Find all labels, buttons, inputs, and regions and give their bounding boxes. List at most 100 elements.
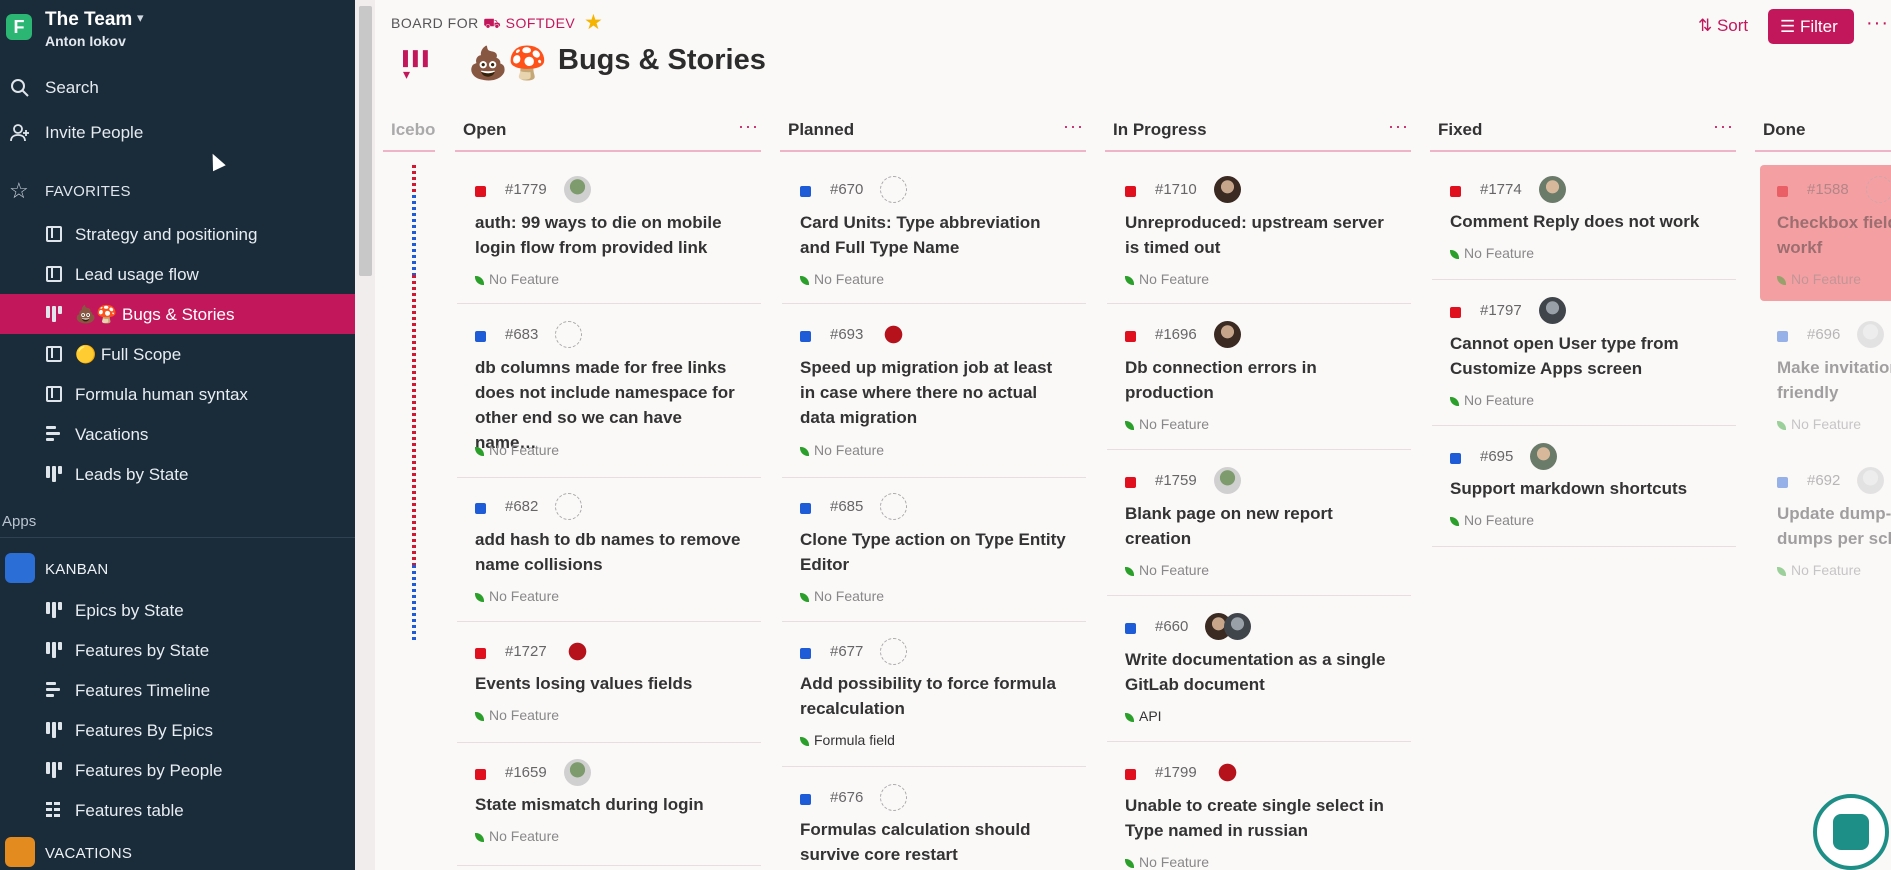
workspace-switcher[interactable]: F The Team ▾ Anton Iokov (0, 0, 355, 60)
card[interactable]: #660 Write documentation as a single Git… (1107, 602, 1411, 742)
avatar[interactable] (1214, 176, 1241, 203)
view-switcher[interactable]: ▌▌▌ ▾ (403, 50, 443, 82)
card[interactable]: #1774 Comment Reply does not work No Fea… (1432, 165, 1736, 280)
card-feature[interactable]: No Feature (1125, 854, 1209, 870)
more-options-icon[interactable]: ··· (1866, 12, 1889, 35)
card[interactable]: #1710 Unreproduced: upstream server is t… (1107, 165, 1411, 304)
card[interactable]: #685 Clone Type action on Type Entity Ed… (782, 482, 1086, 622)
sort-button[interactable]: ⇅ Sort (1698, 16, 1748, 36)
avatar-empty[interactable] (880, 493, 907, 520)
card-feature[interactable]: No Feature (475, 588, 559, 604)
avatar[interactable] (880, 321, 907, 348)
card-feature[interactable]: No Feature (475, 271, 559, 287)
avatar-empty[interactable] (1866, 176, 1891, 203)
avatar-empty[interactable] (555, 493, 582, 520)
avatar[interactable] (1214, 321, 1241, 348)
card[interactable]: #696 Make invitation friendly No Feature (1759, 310, 1891, 450)
sidebar-item-formula-syntax[interactable]: Formula human syntax (0, 374, 355, 414)
app-kanban[interactable]: KANBAN (0, 548, 355, 588)
sidebar-item-vacations[interactable]: Vacations (0, 414, 355, 454)
card[interactable]: #1797 Cannot open User type from Customi… (1432, 286, 1736, 426)
sidebar-item-features-timeline[interactable]: Features Timeline (0, 670, 355, 710)
card[interactable]: #695 Support markdown shortcuts No Featu… (1432, 432, 1736, 547)
avatar[interactable] (1214, 467, 1241, 494)
card-feature[interactable]: No Feature (1777, 271, 1861, 287)
card-feature[interactable]: Formula field (800, 732, 895, 748)
chat-support-icon[interactable] (1813, 794, 1889, 870)
card-feature[interactable]: No Feature (800, 442, 884, 458)
column-header-planned[interactable]: Planned ··· (780, 116, 1086, 152)
filter-button[interactable]: ☰ Filter (1768, 9, 1854, 44)
avatar[interactable] (1530, 443, 1557, 470)
column-header-fixed[interactable]: Fixed ··· (1430, 116, 1736, 152)
column-menu-icon[interactable]: ··· (738, 116, 759, 137)
scrollbar-thumb[interactable] (359, 6, 372, 276)
sidebar-item-lead-usage[interactable]: Lead usage flow (0, 254, 355, 294)
sidebar-item-epics-by-state[interactable]: Epics by State (0, 590, 355, 630)
column-menu-icon[interactable]: ··· (1713, 116, 1734, 137)
avatar[interactable] (1539, 176, 1566, 203)
sidebar-item-features-by-people[interactable]: Features by People (0, 750, 355, 790)
card[interactable]: #1588 Checkbox field workf No Feature (1759, 165, 1891, 304)
card[interactable]: #677 Add possibility to force formula re… (782, 627, 1086, 767)
card[interactable]: #1696 Db connection errors in production… (1107, 310, 1411, 450)
card[interactable]: #1759 Blank page on new report creation … (1107, 456, 1411, 596)
card[interactable]: #682 add hash to db names to remove name… (457, 482, 761, 622)
avatar[interactable] (1857, 467, 1884, 494)
card-feature[interactable]: No Feature (475, 442, 559, 458)
card[interactable]: #1659 State mismatch during login No Fea… (457, 748, 761, 866)
card-feature[interactable]: No Feature (1125, 416, 1209, 432)
avatar[interactable] (564, 638, 591, 665)
column-header-done[interactable]: Done (1755, 116, 1891, 152)
card-feature[interactable]: No Feature (800, 271, 884, 287)
sidebar-item-features-by-state[interactable]: Features by State (0, 630, 355, 670)
app-vacations[interactable]: VACATIONS (0, 832, 355, 870)
favorites-header[interactable]: FAVORITES (45, 183, 131, 200)
card-feature[interactable]: No Feature (475, 707, 559, 723)
card-feature[interactable]: No Feature (1125, 562, 1209, 578)
avatar-empty[interactable] (880, 176, 907, 203)
card[interactable]: #683 db columns made for free links does… (457, 310, 761, 478)
avatar-empty[interactable] (880, 638, 907, 665)
sidebar-item-full-scope[interactable]: 🟡 Full Scope (0, 334, 355, 374)
card[interactable]: #676 Formulas calculation should survive… (782, 773, 1086, 870)
search-button[interactable]: Search (0, 67, 355, 107)
card-feature[interactable]: No Feature (1450, 245, 1534, 261)
favorite-star-icon[interactable]: ★ (584, 10, 603, 35)
avatar[interactable] (1224, 613, 1251, 640)
avatar[interactable] (564, 176, 591, 203)
avatar-empty[interactable] (555, 321, 582, 348)
card-feature[interactable]: No Feature (1777, 562, 1861, 578)
card-feature[interactable]: No Feature (1450, 392, 1534, 408)
card-feature[interactable]: API (1125, 708, 1162, 724)
page-title[interactable]: Bugs & Stories (558, 44, 766, 77)
column-header-icebox[interactable]: Icebo (383, 116, 435, 152)
card-feature[interactable]: No Feature (800, 588, 884, 604)
card-feature[interactable]: No Feature (475, 828, 559, 844)
avatar[interactable] (1539, 297, 1566, 324)
sidebar-item-features-table[interactable]: Features table (0, 790, 355, 830)
column-header-in-progress[interactable]: In Progress ··· (1105, 116, 1411, 152)
avatar[interactable] (564, 759, 591, 786)
column-menu-icon[interactable]: ··· (1388, 116, 1409, 137)
card[interactable]: #1727 Events losing values fields No Fea… (457, 627, 761, 743)
sidebar-item-features-by-epics[interactable]: Features By Epics (0, 710, 355, 750)
avatar[interactable] (1857, 321, 1884, 348)
avatar[interactable] (1214, 759, 1241, 786)
card[interactable]: #692 Update dump-dumps per sch No Featur… (1759, 456, 1891, 596)
card[interactable]: #693 Speed up migration job at least in … (782, 310, 1086, 478)
card[interactable]: #1779 auth: 99 ways to die on mobile log… (457, 165, 761, 304)
invite-people-button[interactable]: Invite People (0, 112, 355, 152)
icebox-collapsed-indicator[interactable] (412, 165, 416, 195)
sidebar-item-strategy[interactable]: Strategy and positioning (0, 214, 355, 254)
card[interactable]: #670 Card Units: Type abbreviation and F… (782, 165, 1086, 304)
card-feature[interactable]: No Feature (1450, 512, 1534, 528)
card-feature[interactable]: No Feature (1777, 416, 1861, 432)
avatar-empty[interactable] (880, 784, 907, 811)
card[interactable]: #1799 Unable to create single select in … (1107, 748, 1411, 870)
card-feature[interactable]: No Feature (1125, 271, 1209, 287)
sidebar-item-leads-by-state[interactable]: Leads by State (0, 454, 355, 494)
project-link[interactable]: ⛟ SOFTDEV (483, 15, 575, 31)
column-menu-icon[interactable]: ··· (1063, 116, 1084, 137)
column-header-open[interactable]: Open ··· (455, 116, 761, 152)
